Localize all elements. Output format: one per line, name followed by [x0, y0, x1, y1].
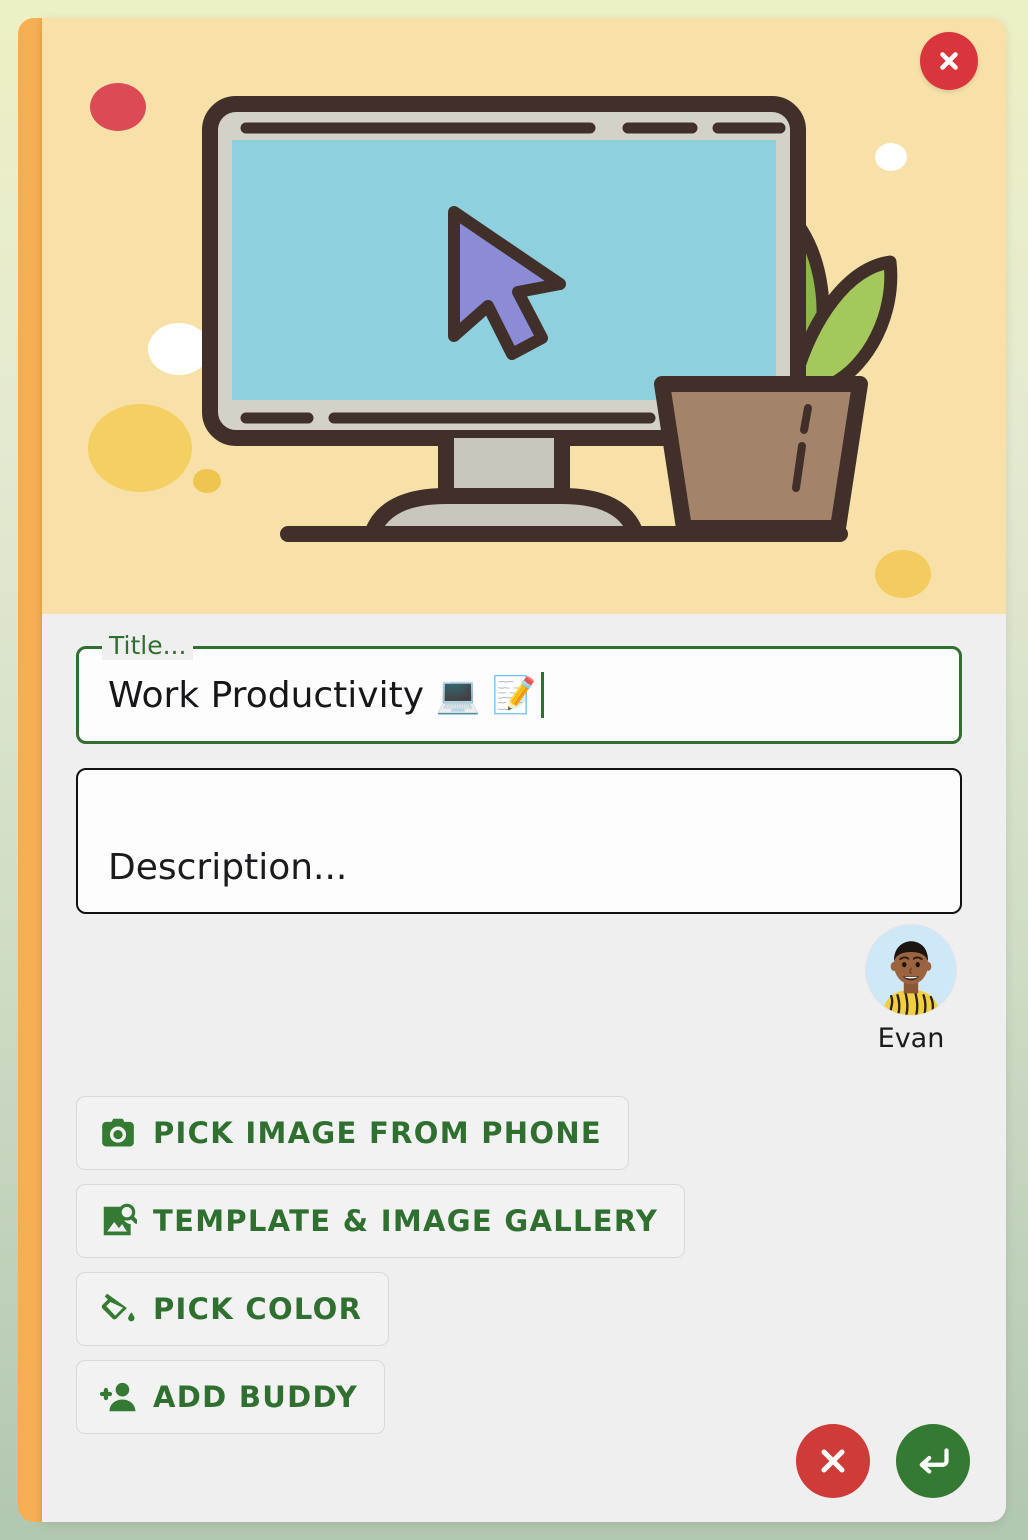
- note-editor-card: Title... Work Productivity 💻 📝 Descripti…: [18, 18, 1006, 1522]
- template-image-gallery-label: TEMPLATE & IMAGE GALLERY: [153, 1204, 659, 1238]
- close-button[interactable]: [920, 32, 978, 90]
- title-field-legend: Title...: [102, 632, 194, 660]
- plant-pot: [654, 376, 868, 536]
- evan-avatar: [866, 925, 956, 1015]
- avatar[interactable]: [865, 924, 957, 1016]
- image-search-icon: [99, 1202, 137, 1240]
- cancel-button[interactable]: [796, 1424, 870, 1498]
- text-caret: [540, 672, 544, 718]
- add-buddy-label: ADD BUDDY: [153, 1380, 359, 1414]
- yellow-dot-bottom: [875, 550, 931, 598]
- description-field[interactable]: Description...: [76, 768, 962, 914]
- red-dot: [90, 83, 146, 131]
- editor-body: Title... Work Productivity 💻 📝 Descripti…: [42, 614, 1006, 1522]
- yellow-dot-large: [88, 404, 192, 492]
- pick-color-label: PICK COLOR: [153, 1292, 363, 1326]
- title-input[interactable]: Work Productivity 💻 📝: [108, 646, 942, 744]
- person-add-icon: [99, 1378, 137, 1416]
- hero-illustration: [42, 18, 1006, 614]
- yellow-dot-small: [193, 469, 221, 493]
- description-placeholder: Description...: [108, 847, 348, 888]
- enter-return-icon: [919, 1448, 949, 1474]
- buddy-chip[interactable]: Evan: [856, 924, 966, 1054]
- add-buddy-button[interactable]: ADD BUDDY: [76, 1360, 386, 1434]
- card-surface: Title... Work Productivity 💻 📝 Descripti…: [42, 18, 1006, 1522]
- pick-image-from-phone-label: PICK IMAGE FROM PHONE: [153, 1116, 603, 1150]
- cancel-icon: [821, 1449, 845, 1473]
- confirm-button[interactable]: [896, 1424, 970, 1498]
- dialog-actions: [796, 1424, 970, 1498]
- title-input-value: Work Productivity 💻 📝: [108, 675, 537, 716]
- white-dot-small: [875, 143, 907, 171]
- title-field[interactable]: Title... Work Productivity 💻 📝: [76, 632, 962, 744]
- paint-bucket-icon: [99, 1290, 137, 1328]
- close-icon: [940, 52, 958, 70]
- pick-image-from-phone-button[interactable]: PICK IMAGE FROM PHONE: [76, 1096, 630, 1170]
- pick-color-button[interactable]: PICK COLOR: [76, 1272, 390, 1346]
- buddy-name: Evan: [877, 1023, 945, 1054]
- desktop-computer-with-plant-illustration: [42, 18, 1006, 614]
- option-button-list: PICK IMAGE FROM PHONE TEMPLATE & IMAGE G…: [76, 1096, 686, 1448]
- camera-icon: [99, 1114, 137, 1152]
- template-image-gallery-button[interactable]: TEMPLATE & IMAGE GALLERY: [76, 1184, 686, 1258]
- white-dot-large: [148, 323, 210, 375]
